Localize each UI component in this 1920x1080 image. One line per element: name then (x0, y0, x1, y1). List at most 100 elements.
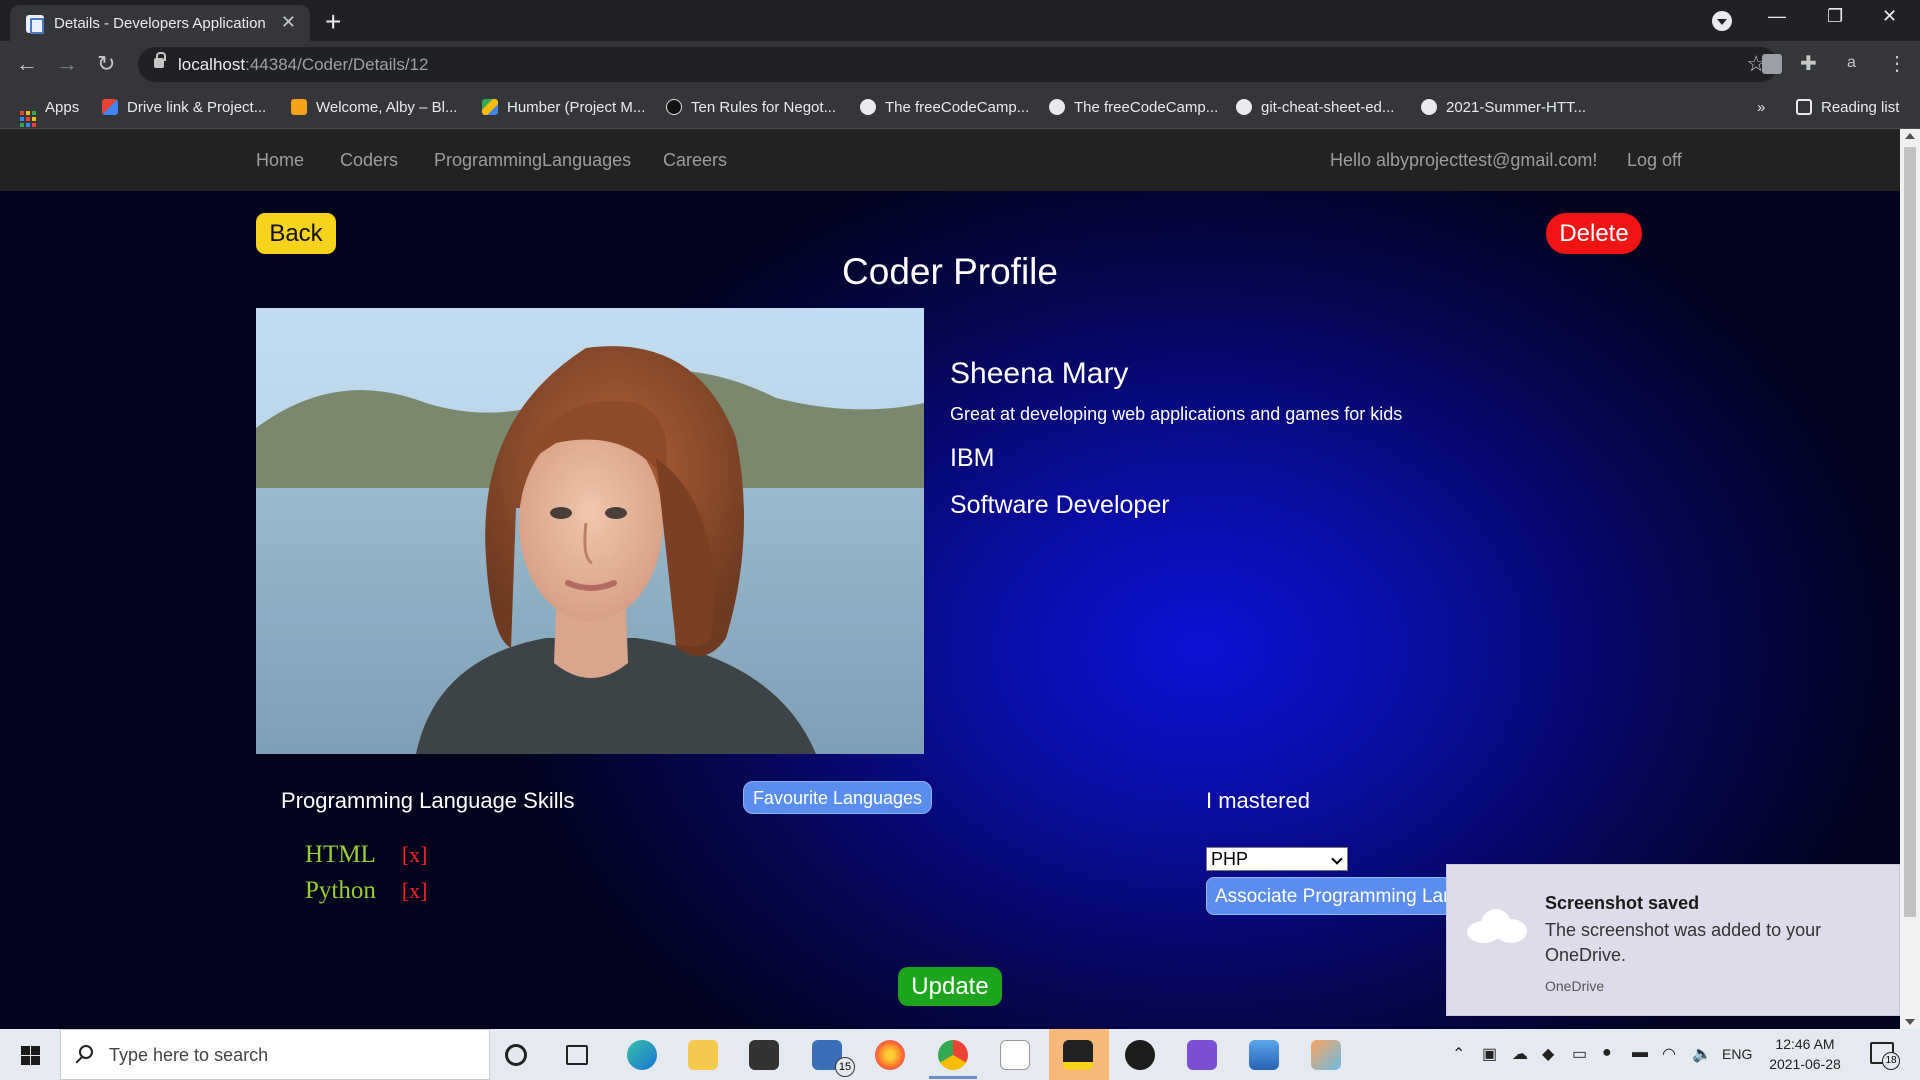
language-select[interactable]: PHP (1206, 847, 1348, 871)
cortana-icon[interactable] (505, 1044, 527, 1066)
amazon-icon[interactable] (1000, 1040, 1030, 1070)
browser-tab-strip: Details - Developers Application ✕ + — ❐… (0, 0, 1920, 41)
bookmark-freecodecamp-2[interactable]: The freeCodeCamp... (1049, 99, 1218, 116)
browser-toolbar: ← → ↻ localhost:44384/Coder/Details/12 ☆… (0, 41, 1920, 88)
coder-name: Sheena Mary (950, 357, 1129, 390)
chrome-icon[interactable] (938, 1040, 968, 1070)
lock-icon[interactable] (154, 52, 166, 68)
wifi-icon[interactable]: ◠ (1662, 1044, 1676, 1064)
windows-start-icon[interactable] (21, 1046, 40, 1065)
scroll-thumb[interactable] (1904, 147, 1916, 917)
back-button[interactable]: Back (256, 213, 336, 254)
coder-job-title: Software Developer (950, 491, 1170, 519)
bookmark-welcome-alby[interactable]: Welcome, Alby – Bl... (291, 99, 457, 116)
bookmark-humber[interactable]: Humber (Project M... (482, 99, 645, 116)
search-icon (79, 1045, 93, 1059)
extensions-puzzle-icon[interactable]: ✚ (1800, 51, 1817, 76)
notification-count: 18 (1882, 1052, 1900, 1070)
onedrive-tray-icon[interactable]: ☁ (1512, 1044, 1528, 1064)
skill-name: HTML (305, 841, 376, 868)
bookmark-freecodecamp-1[interactable]: The freeCodeCamp... (860, 99, 1029, 116)
favourite-languages-button[interactable]: Favourite Languages (743, 781, 932, 814)
globe-icon (860, 99, 876, 115)
paint-icon[interactable] (1311, 1040, 1341, 1070)
device-icon[interactable]: ▭ (1572, 1044, 1587, 1064)
remove-skill-link[interactable]: [x] (402, 878, 428, 903)
obs-icon[interactable] (1125, 1040, 1155, 1070)
minimize-icon[interactable]: — (1768, 6, 1786, 27)
input-language[interactable]: ENG (1722, 1046, 1752, 1062)
bookmark-ten-rules[interactable]: Ten Rules for Negot... (666, 99, 836, 116)
scroll-down-icon[interactable] (1905, 1019, 1915, 1025)
nav-home[interactable]: Home (256, 150, 304, 171)
associate-language-button[interactable]: Associate Programming Language (1206, 877, 1466, 915)
task-view-icon[interactable] (566, 1045, 588, 1065)
file-explorer-icon[interactable] (688, 1040, 718, 1070)
tray-app-icon[interactable]: ▣ (1482, 1044, 1497, 1064)
tab-title: Details - Developers Application (54, 15, 266, 32)
toast-source: OneDrive (1545, 978, 1605, 994)
battery-icon[interactable]: ▬ (1632, 1044, 1648, 1062)
tab-search-icon[interactable] (1712, 11, 1732, 31)
close-tab-icon[interactable]: ✕ (281, 12, 296, 33)
toast-title: Screenshot saved (1545, 893, 1700, 913)
coder-company: IBM (950, 444, 995, 472)
notification-center-icon[interactable]: 18 (1870, 1042, 1900, 1070)
close-window-icon[interactable]: ✕ (1882, 6, 1897, 27)
taskbar-search-placeholder: Type here to search (109, 1045, 269, 1065)
scroll-up-icon[interactable] (1905, 133, 1915, 139)
user-greeting[interactable]: Hello albyprojecttest@gmail.com! (1330, 150, 1597, 171)
new-tab-icon[interactable]: + (325, 6, 341, 38)
bookmark-drive-link[interactable]: Drive link & Project... (102, 99, 266, 116)
coder-description: Great at developing web applications and… (950, 404, 1403, 424)
url-text[interactable]: localhost:44384/Coder/Details/12 (178, 55, 428, 75)
bookmark-summer-htt[interactable]: 2021-Summer-HTT... (1421, 99, 1586, 116)
gmail-icon (102, 99, 118, 115)
bookmark-apps[interactable]: Apps (20, 99, 79, 127)
restore-icon[interactable]: ❐ (1827, 6, 1843, 27)
nav-coders[interactable]: Coders (340, 150, 398, 171)
firefox-icon[interactable] (875, 1040, 905, 1070)
microphone-icon[interactable]: ● (1602, 1044, 1612, 1062)
remove-skill-link[interactable]: [x] (402, 842, 428, 867)
nav-programming-languages[interactable]: ProgrammingLanguages (434, 150, 631, 171)
logoff-link[interactable]: Log off (1627, 150, 1682, 171)
extension-icon[interactable] (1762, 54, 1782, 74)
microsoft-store-icon[interactable] (749, 1040, 779, 1070)
photos-icon[interactable] (1249, 1040, 1279, 1070)
edge-icon[interactable] (627, 1040, 657, 1070)
onedrive-toast[interactable]: Screenshot saved The screenshot was adde… (1446, 864, 1900, 1016)
github-icon (1421, 99, 1437, 115)
dropbox-icon[interactable]: ◆ (1542, 1044, 1554, 1064)
menu-kebab-icon[interactable]: ⋮ (1887, 51, 1907, 76)
nav-careers[interactable]: Careers (663, 150, 727, 171)
reading-list-icon (1796, 99, 1812, 115)
blog-icon (291, 99, 307, 115)
forward-arrow-icon[interactable]: → (56, 51, 78, 77)
coder-photo (256, 308, 924, 754)
delete-button[interactable]: Delete (1546, 213, 1642, 254)
profile-avatar[interactable]: a (1847, 54, 1856, 72)
chevron-down-icon (1331, 853, 1343, 865)
clock-date: 2021-06-28 (1769, 1056, 1841, 1072)
back-arrow-icon[interactable]: ← (16, 51, 38, 77)
medium-icon (666, 99, 682, 115)
update-button[interactable]: Update (898, 967, 1002, 1006)
globe-icon (1049, 99, 1065, 115)
taskbar-search[interactable]: Type here to search (60, 1029, 490, 1080)
reload-icon[interactable]: ↻ (97, 51, 115, 77)
address-bar[interactable]: localhost:44384/Coder/Details/12 ☆ (138, 47, 1778, 82)
reading-list-button[interactable]: Reading list (1796, 99, 1899, 116)
visual-studio-icon[interactable] (1187, 1040, 1217, 1070)
volume-icon[interactable]: 🔈 (1692, 1044, 1712, 1064)
coder-portrait-image (256, 308, 924, 754)
taskbar-clock[interactable]: 12:46 AM 2021-06-28 (1760, 1034, 1850, 1074)
page-scrollbar[interactable] (1900, 129, 1920, 1029)
bookmark-git-cheat-sheet[interactable]: git-cheat-sheet-ed... (1236, 99, 1394, 116)
google-drive-icon (482, 99, 498, 115)
sticky-notes-icon[interactable] (1063, 1040, 1093, 1070)
browser-tab[interactable]: Details - Developers Application ✕ (10, 5, 310, 41)
page-title: Coder Profile (842, 251, 1058, 292)
tray-chevron-up-icon[interactable]: ⌃ (1452, 1044, 1465, 1064)
bookmarks-overflow-button[interactable]: » (1757, 99, 1765, 116)
